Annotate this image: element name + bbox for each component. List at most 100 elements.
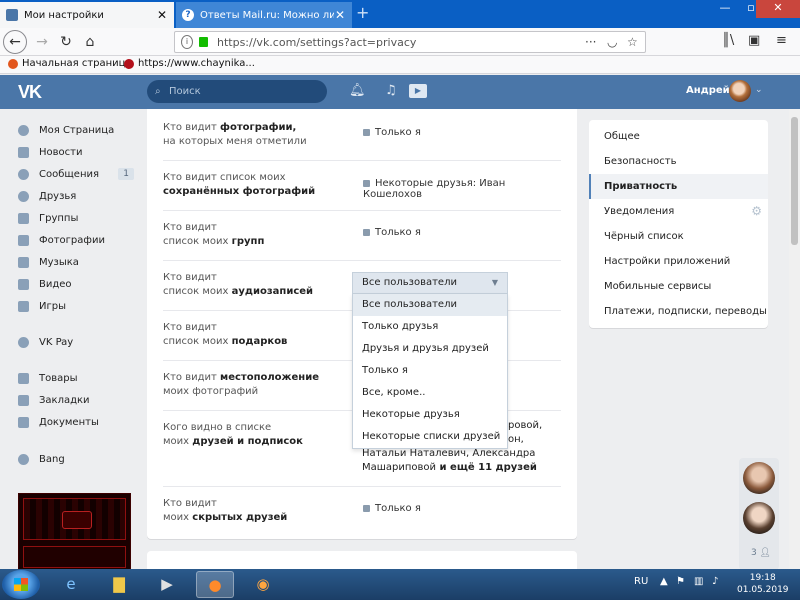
window-close-icon[interactable]: ✕ <box>756 0 800 18</box>
privacy-row-label: Кто видит моих скрытых друзей <box>163 498 288 523</box>
minimize-icon[interactable]: — <box>712 0 738 18</box>
firefox-icon[interactable]: ● <box>196 571 234 598</box>
sidebar-icon[interactable]: ▣ <box>748 33 760 48</box>
vk-favicon-icon <box>6 9 18 21</box>
news-icon <box>18 146 29 158</box>
avatar[interactable] <box>743 462 775 494</box>
settings-tab-privacy[interactable]: Приватность <box>589 174 768 199</box>
privacy-row-value[interactable]: Только я <box>363 227 421 238</box>
flag-icon[interactable]: ⚑ <box>676 576 685 587</box>
privacy-row-hidden-friends[interactable]: Кто видит моих скрытых друзей Только я <box>163 497 561 539</box>
ad-banner[interactable] <box>18 493 131 571</box>
chat-icon <box>18 168 29 180</box>
bookmark-home[interactable]: Начальная страница <box>8 58 132 69</box>
tab-my-settings[interactable]: Мои настройки ✕ <box>0 2 174 28</box>
settings-tab-security[interactable]: Безопасность <box>589 149 768 174</box>
menu-item-news[interactable]: Новости <box>14 142 134 162</box>
network-icon[interactable]: ▥ <box>694 576 703 587</box>
option-only-me[interactable]: Только я <box>353 360 507 382</box>
home-icon[interactable]: ⌂ <box>80 32 100 52</box>
new-tab-icon[interactable]: + <box>356 3 369 22</box>
privacy-row-saved-photos[interactable]: Кто видит список моих сохранённых фотогра… <box>163 171 561 211</box>
clock[interactable]: 19:18 01.05.2019 <box>737 572 789 596</box>
more-actions-icon[interactable]: ··· <box>585 35 596 49</box>
option-some-friend-lists[interactable]: Некоторые списки друзей <box>353 426 507 448</box>
close-tab-icon[interactable]: ✕ <box>334 8 346 22</box>
music-icon <box>18 256 29 268</box>
search-icon: ⌕ <box>155 86 161 97</box>
play-icon[interactable]: ▶ <box>409 84 427 98</box>
bell-icon[interactable]: 🔔︎ <box>349 83 366 98</box>
option-some-friends[interactable]: Некоторые друзья <box>353 404 507 426</box>
option-friends-of-friends[interactable]: Друзья и друзья друзей <box>353 338 507 360</box>
settings-tab-notifications[interactable]: Уведомления ⚙ <box>589 199 768 224</box>
privacy-row-tagged-photos[interactable]: Кто видит фотографии, на которых меня отм… <box>163 121 561 161</box>
site-info-icon[interactable]: i <box>181 35 193 49</box>
privacy-row-value[interactable]: Только я <box>363 503 421 514</box>
url-text[interactable]: https://vk.com/settings?act=privacy <box>217 36 416 49</box>
menu-item-video[interactable]: Видео <box>14 274 134 294</box>
library-icon[interactable]: ║\ <box>722 33 734 48</box>
back-arrow-icon[interactable]: ← <box>3 30 27 54</box>
user-name[interactable]: Андрей <box>686 85 730 96</box>
bookmark-chaynika[interactable]: https://www.chaynika... <box>124 58 255 69</box>
menu-item-documents[interactable]: Документы <box>14 412 134 432</box>
settings-tab-general[interactable]: Общее <box>589 124 768 149</box>
settings-tab-mobile[interactable]: Мобильные сервисы <box>589 274 768 299</box>
menu-item-games[interactable]: Игры <box>14 296 134 316</box>
option-friends-only[interactable]: Только друзья <box>353 316 507 338</box>
start-button[interactable] <box>2 570 40 599</box>
menu-item-groups[interactable]: Группы <box>14 208 134 228</box>
privacy-row-value[interactable]: Только я <box>363 127 421 138</box>
menu-item-friends[interactable]: Друзья <box>14 186 134 206</box>
menu-icon[interactable]: ≡ <box>776 33 787 48</box>
settings-tab-payments[interactable]: Платежи, подписки, переводы <box>589 299 768 324</box>
bookmark-star-icon[interactable]: ☆ <box>627 35 638 49</box>
avatar[interactable] <box>743 502 775 534</box>
music-note-icon[interactable]: ♫ <box>385 83 397 98</box>
menu-item-vkpay[interactable]: VK Pay <box>14 332 134 352</box>
audio-privacy-select[interactable]: Все пользователи ▼ <box>352 272 508 294</box>
privacy-row-value[interactable]: Некоторые друзья: Иван Кошелохов <box>363 178 561 200</box>
option-all-except[interactable]: Все, кроме.. <box>353 382 507 404</box>
ie-icon[interactable]: e <box>52 571 90 598</box>
menu-item-my-page[interactable]: Моя Страница <box>14 120 134 140</box>
friends-value-text[interactable]: Натальи Наталевич, Александра <box>362 447 535 461</box>
menu-item-goods[interactable]: Товары <box>14 368 134 388</box>
menu-item-photos[interactable]: Фотографии <box>14 230 134 250</box>
volume-icon[interactable]: ♪ <box>712 576 718 587</box>
menu-item-bang[interactable]: Bang <box>14 449 134 469</box>
scrollbar-thumb[interactable] <box>791 117 798 245</box>
media-player-icon[interactable]: ▶ <box>148 571 186 598</box>
option-all-users[interactable]: Все пользователи <box>353 294 507 316</box>
browser-app-icon[interactable]: ◉ <box>244 571 282 598</box>
page-scrollbar[interactable] <box>789 109 800 569</box>
avatar[interactable] <box>729 80 751 102</box>
menu-item-messages[interactable]: Сообщения 1 <box>14 164 134 184</box>
ad-image-top <box>23 498 126 540</box>
reload-icon[interactable]: ↻ <box>56 32 76 52</box>
search-input[interactable]: ⌕ Поиск <box>147 80 327 103</box>
pocket-icon[interactable]: ◡ <box>607 35 617 49</box>
menu-item-bookmarks[interactable]: Закладки <box>14 390 134 410</box>
favorites-count[interactable]: 3 👤︎ <box>751 548 771 558</box>
close-tab-icon[interactable]: ✕ <box>156 8 168 22</box>
chevron-down-icon[interactable]: ⌄ <box>755 85 763 95</box>
privacy-row-groups[interactable]: Кто видит список моих групп Только я <box>163 221 561 261</box>
privacy-row-label: Кто видит список моих аудиозаписей <box>163 272 314 297</box>
explorer-icon[interactable]: ▇ <box>100 571 138 598</box>
tab-mail-answers[interactable]: ? Ответы Mail.ru: Можно ли сде ✕ <box>176 2 352 28</box>
windows-taskbar: e ▇ ▶ ● ◉ RU ▲ ⚑ ▥ ♪ 19:18 01.05.2019 <box>0 569 800 600</box>
settings-tab-apps[interactable]: Настройки приложений <box>589 249 768 274</box>
tray-expand-icon[interactable]: ▲ <box>660 576 668 587</box>
menu-item-music[interactable]: Музыка <box>14 252 134 272</box>
address-bar[interactable]: i https://vk.com/settings?act=privacy ··… <box>174 31 646 53</box>
gear-icon[interactable]: ⚙ <box>751 199 762 224</box>
settings-tab-blacklist[interactable]: Чёрный список <box>589 224 768 249</box>
forward-arrow-icon[interactable]: → <box>32 32 52 52</box>
friends-value-text[interactable]: Машариповой и ещё 11 друзей <box>362 461 537 475</box>
privacy-row-label: Кто видит местоположение моих фотографий <box>163 372 319 397</box>
language-indicator[interactable]: RU <box>634 576 648 587</box>
vk-logo[interactable]: VK <box>18 82 42 103</box>
menu-item-label: Bang <box>39 453 65 465</box>
